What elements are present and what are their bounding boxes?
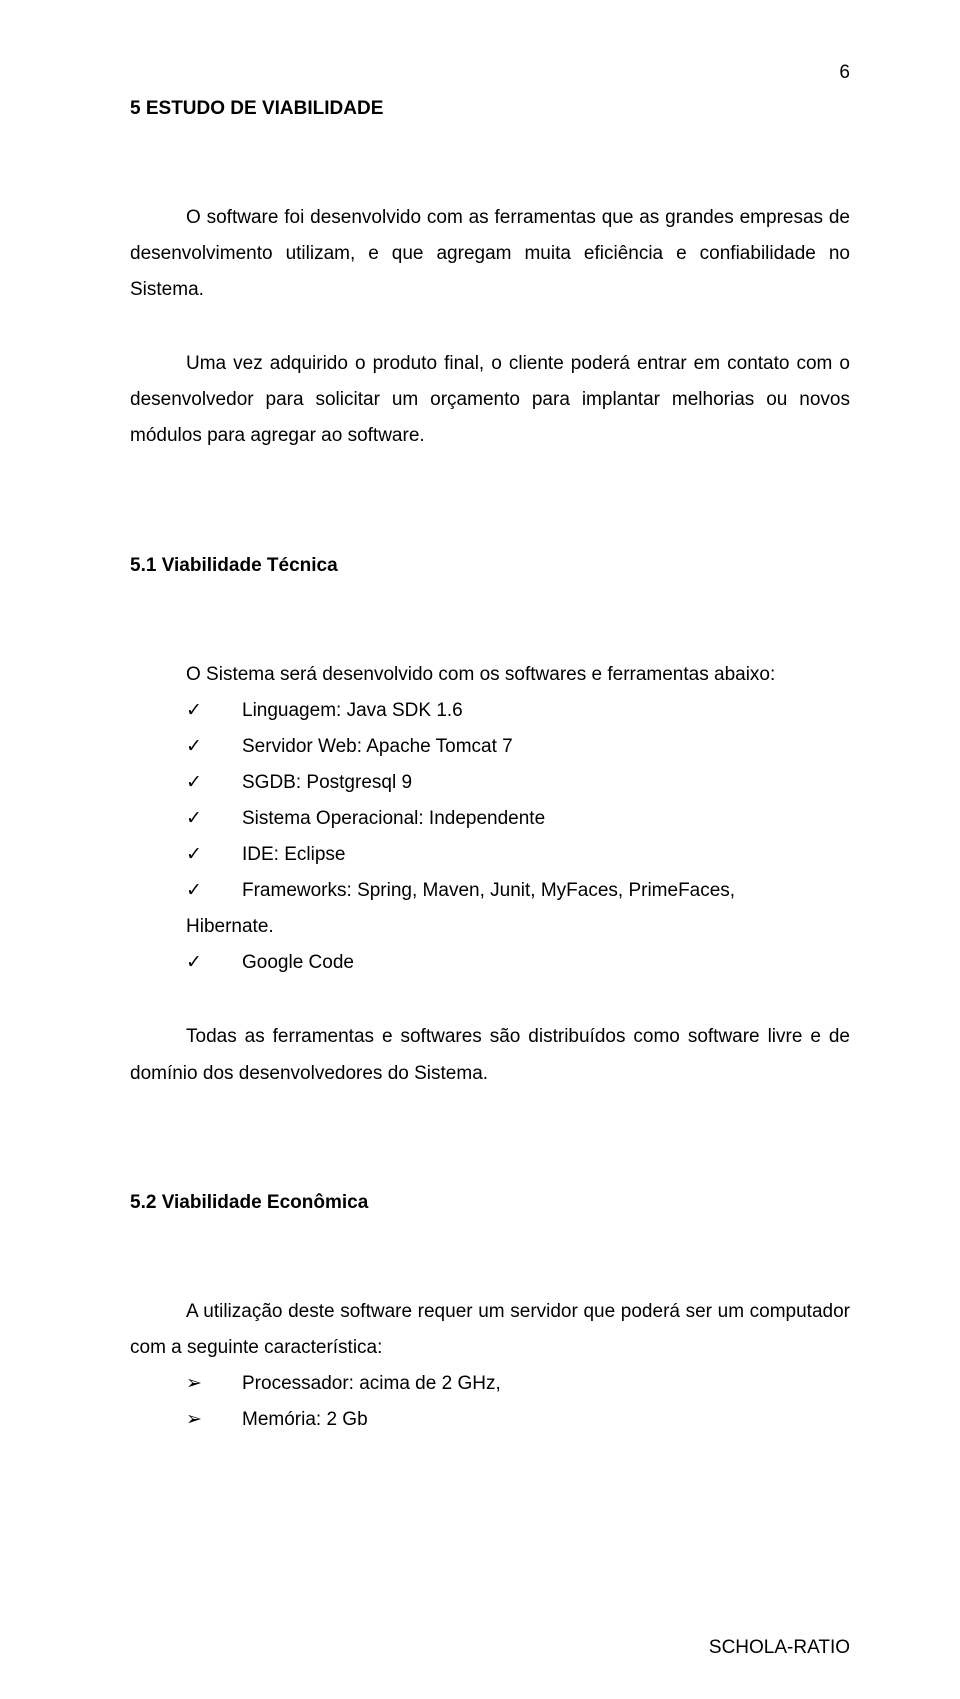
list-item-text: Processador: acima de 2 GHz,	[242, 1373, 501, 1394]
list-item: IDE: Eclipse	[130, 837, 850, 873]
footer-text: SCHOLA-RATIO	[709, 1637, 850, 1659]
check-icon	[186, 873, 202, 909]
paragraph: O Sistema será desenvolvido com os softw…	[130, 657, 850, 693]
list-item-text: Google Code	[242, 952, 354, 973]
heading-1: 5 ESTUDO DE VIABILIDADE	[130, 98, 850, 120]
list-item: Servidor Web: Apache Tomcat 7	[130, 729, 850, 765]
check-icon	[186, 693, 202, 729]
list-item-text: Hibernate.	[186, 916, 274, 937]
paragraph: O software foi desenvolvido com as ferra…	[130, 200, 850, 308]
list-item-text: IDE: Eclipse	[242, 844, 345, 865]
list-item-text: Frameworks: Spring, Maven, Junit, MyFace…	[242, 880, 735, 901]
list-item-text: Servidor Web: Apache Tomcat 7	[242, 736, 513, 757]
list-item-continuation: Hibernate.	[130, 909, 850, 945]
check-icon	[186, 729, 202, 765]
list-item-text: SGDB: Postgresql 9	[242, 772, 412, 793]
document-page: 6 5 ESTUDO DE VIABILIDADE O software foi…	[0, 0, 960, 1699]
list-item: Processador: acima de 2 GHz,	[130, 1366, 850, 1402]
list-item: Linguagem: Java SDK 1.6	[130, 693, 850, 729]
check-icon	[186, 801, 202, 837]
check-icon	[186, 945, 202, 981]
list-item: Sistema Operacional: Independente	[130, 801, 850, 837]
list-item: Frameworks: Spring, Maven, Junit, MyFace…	[130, 873, 850, 909]
check-icon	[186, 765, 202, 801]
arrow-icon	[186, 1366, 202, 1402]
list-item-text: Memória: 2 Gb	[242, 1409, 368, 1430]
list-item-text: Sistema Operacional: Independente	[242, 808, 545, 829]
arrow-icon	[186, 1402, 202, 1438]
list-item-text: Linguagem: Java SDK 1.6	[242, 700, 463, 721]
list-item: SGDB: Postgresql 9	[130, 765, 850, 801]
heading-2: 5.1 Viabilidade Técnica	[130, 555, 850, 577]
page-number: 6	[839, 62, 850, 84]
list-item: Memória: 2 Gb	[130, 1402, 850, 1438]
paragraph: A utilização deste software requer um se…	[130, 1294, 850, 1366]
paragraph: Uma vez adquirido o produto final, o cli…	[130, 346, 850, 454]
list-item: Google Code	[130, 945, 850, 981]
arrow-list: Processador: acima de 2 GHz, Memória: 2 …	[130, 1366, 850, 1438]
paragraph: Todas as ferramentas e softwares são dis…	[130, 1019, 850, 1091]
checklist: Linguagem: Java SDK 1.6 Servidor Web: Ap…	[130, 693, 850, 982]
heading-2: 5.2 Viabilidade Econômica	[130, 1192, 850, 1214]
check-icon	[186, 837, 202, 873]
